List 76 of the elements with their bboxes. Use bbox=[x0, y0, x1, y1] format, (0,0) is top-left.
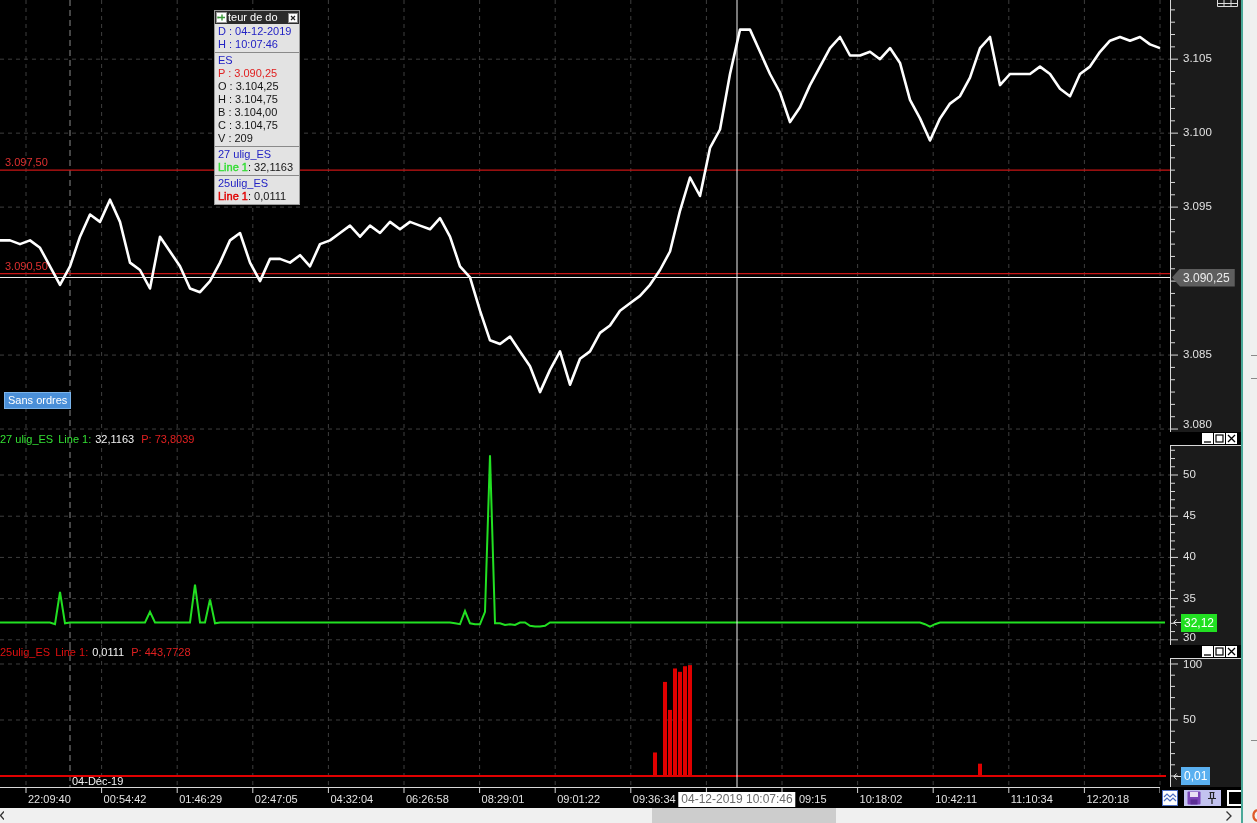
section-heading: D : 04-12-2019 bbox=[218, 25, 292, 37]
time-label: 01:46:29 bbox=[179, 793, 223, 805]
indicator-p-value: P: 443,7728 bbox=[131, 646, 191, 658]
value-tag: 32,12 bbox=[1181, 613, 1218, 632]
maximize-icon[interactable] bbox=[1214, 433, 1225, 444]
time-label: 09:15 bbox=[799, 793, 827, 805]
time-label: 09:36:34 bbox=[632, 793, 676, 805]
scroll-right-icon[interactable] bbox=[1226, 810, 1232, 821]
axis-label: 3.085 bbox=[1183, 348, 1212, 361]
horizontal-scrollbar[interactable] bbox=[0, 808, 1241, 823]
indicator-line-label: Line 1: bbox=[55, 646, 89, 658]
series-label: Line 1 bbox=[218, 190, 248, 202]
axis-label: 3.100 bbox=[1183, 126, 1212, 139]
close-icon[interactable] bbox=[288, 12, 298, 23]
left-arrow-icon bbox=[1173, 772, 1181, 780]
time-label: 12:20:18 bbox=[1086, 793, 1130, 805]
day-separator-label: 04-Déc-19 bbox=[72, 775, 124, 787]
time-label: 09:01:22 bbox=[557, 793, 601, 805]
data-field: P : 3.090,25 bbox=[218, 67, 278, 79]
axis-label: 50 bbox=[1183, 713, 1196, 726]
indicator-name: 25ulig_ES bbox=[0, 646, 51, 658]
indicator-line-label: Line 1: bbox=[58, 433, 92, 445]
series-value: : 32,1163 bbox=[248, 161, 294, 173]
axis-label: 45 bbox=[1183, 509, 1196, 522]
time-label: 22:09:40 bbox=[28, 793, 71, 805]
indicator-value: 32,1163 bbox=[95, 433, 135, 445]
time-label: 08:29:01 bbox=[481, 793, 525, 805]
axis-label: 35 bbox=[1183, 591, 1196, 604]
ring-icon bbox=[1250, 809, 1257, 822]
scroll-thumb[interactable] bbox=[652, 808, 836, 823]
scroll-left-icon[interactable] bbox=[0, 811, 4, 820]
section-heading: 27 ulig_ES bbox=[218, 148, 272, 160]
time-label: 06:26:58 bbox=[406, 793, 449, 805]
indicator-p-value: P: 73,8039 bbox=[141, 433, 195, 445]
level-label: 3.090,50 bbox=[5, 259, 48, 272]
close-icon[interactable] bbox=[1226, 433, 1237, 444]
time-label: 04:32:04 bbox=[330, 793, 374, 805]
data-field: O : 3.104,25 bbox=[218, 80, 279, 92]
axis-label: 3.095 bbox=[1183, 200, 1212, 213]
series-value: : 0,0111 bbox=[248, 190, 287, 202]
axis-label: 3.080 bbox=[1183, 418, 1212, 431]
level-label: 3.097,50 bbox=[5, 156, 48, 169]
section-heading: H : 10:07:46 bbox=[218, 38, 278, 50]
axis-label: 50 bbox=[1183, 468, 1196, 481]
title-bar[interactable]: teur de do bbox=[215, 11, 299, 24]
indicator-name: 27 ulig_ES bbox=[0, 433, 54, 445]
section-heading: ES bbox=[218, 54, 233, 66]
crosshair-time-label: 04-12-2019 10:07:46 bbox=[678, 792, 796, 807]
series-label: Line 1 bbox=[218, 161, 248, 173]
window-title: teur de do bbox=[228, 11, 279, 24]
left-arrow-icon bbox=[1173, 619, 1181, 626]
time-label: 10:42:11 bbox=[935, 793, 978, 805]
value-tag: 0,01 bbox=[1181, 767, 1211, 785]
data-field: V : 209 bbox=[218, 132, 253, 144]
grid-icon[interactable] bbox=[1217, 0, 1238, 7]
axis-label: 30 bbox=[1183, 631, 1196, 644]
data-field: C : 3.104,75 bbox=[218, 119, 278, 131]
indicator-value: 0,0111 bbox=[92, 646, 125, 658]
move-icon[interactable] bbox=[216, 12, 227, 23]
axis-label: 40 bbox=[1183, 550, 1196, 563]
time-label: 02:47:05 bbox=[254, 793, 298, 805]
pin-icon[interactable] bbox=[1207, 790, 1217, 805]
minimize-icon[interactable] bbox=[1202, 646, 1213, 657]
section-heading: 25ulig_ES bbox=[218, 177, 269, 189]
data-field: B : 3.104,00 bbox=[218, 106, 278, 118]
time-label: 11:10:34 bbox=[1010, 793, 1053, 805]
maximize-icon[interactable] bbox=[1214, 646, 1225, 657]
close-icon[interactable] bbox=[1226, 646, 1237, 657]
minimize-icon[interactable] bbox=[1202, 433, 1213, 444]
data-field: H : 3.104,75 bbox=[218, 93, 278, 105]
save-icon[interactable] bbox=[1187, 790, 1201, 805]
time-label: 00:54:42 bbox=[103, 793, 147, 805]
axis-label: 100 bbox=[1183, 659, 1203, 671]
time-label: 10:18:02 bbox=[859, 793, 903, 805]
axis-label: 3.105 bbox=[1183, 52, 1212, 65]
zigzag-icon[interactable] bbox=[1162, 789, 1178, 806]
